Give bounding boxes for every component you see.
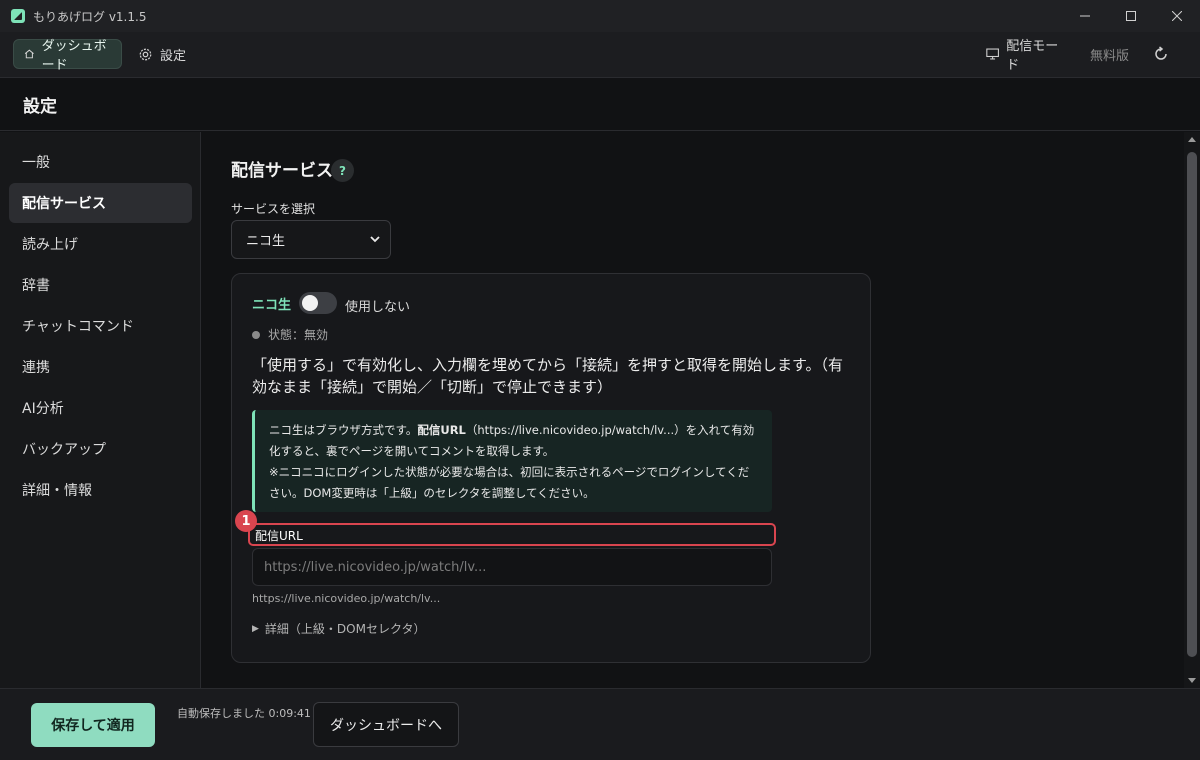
service-select-label: サービスを選択: [231, 202, 316, 216]
sidebar-item-text-to-speech[interactable]: 読み上げ: [9, 224, 192, 264]
nav-dashboard-button[interactable]: ダッシュボード: [13, 39, 122, 73]
close-icon: [1172, 11, 1182, 21]
url-hint: https://live.nicovideo.jp/watch/lv...: [252, 592, 441, 605]
go-dashboard-button[interactable]: ダッシュボードへ: [313, 702, 459, 747]
triangle-right-icon: ▶: [252, 623, 259, 634]
title-bar: もりあげログ v1.1.5: [0, 0, 1200, 32]
plan-label: 無料版: [1090, 48, 1130, 64]
scroll-down-icon[interactable]: [1188, 678, 1196, 683]
content-scrollbar[interactable]: [1184, 132, 1200, 688]
sidebar-item-label: バックアップ: [22, 442, 106, 458]
service-name: ニコ生: [252, 298, 292, 313]
plan-badge: 無料版: [1080, 39, 1140, 69]
chevron-down-icon: [370, 236, 380, 243]
url-label-highlight: 1 配信URL: [235, 510, 776, 546]
sidebar-item-label: 一般: [22, 155, 50, 171]
service-select-value: ニコ生: [246, 234, 286, 249]
home-icon: [24, 49, 34, 59]
nav-dashboard-label: ダッシュボード: [41, 39, 107, 73]
sidebar-item-label: 読み上げ: [22, 237, 78, 253]
sidebar-item-backup[interactable]: バックアップ: [9, 429, 192, 469]
service-description: 「使用する」で有効化し、入力欄を埋めてから「接続」を押すと取得を開始します。（有…: [252, 356, 844, 396]
sidebar-item-label: 配信サービス: [22, 196, 106, 212]
nav-settings-label: 設定: [160, 48, 187, 64]
info-line-1: ニコ生はブラウザ方式です。配信URL（https://live.nicovide…: [269, 420, 760, 462]
sidebar-item-ai-analysis[interactable]: AI分析: [9, 388, 192, 428]
step-badge: 1: [235, 510, 257, 532]
help-button[interactable]: ?: [331, 159, 354, 182]
sidebar: 一般 配信サービス 読み上げ 辞書 チャットコマンド 連携 AI分析 バックアッ…: [0, 132, 201, 688]
info-callout: ニコ生はブラウザ方式です。配信URL（https://live.nicovide…: [252, 410, 772, 512]
refresh-button[interactable]: [1146, 39, 1176, 69]
page-title: 設定: [23, 97, 57, 117]
advanced-details-label: 詳細（上級・DOMセレクタ）: [264, 622, 426, 636]
scroll-thumb[interactable]: [1187, 152, 1197, 657]
sidebar-item-label: 詳細・情報: [22, 483, 92, 499]
minimize-button[interactable]: [1062, 0, 1108, 32]
sidebar-item-integration[interactable]: 連携: [9, 347, 192, 387]
refresh-icon: [1155, 46, 1167, 60]
main-content: 配信サービス ? サービスを選択 ニコ生 ニコ生 使用しない 状態：無効 「使用…: [202, 132, 1184, 688]
app-logo-icon: [11, 9, 25, 23]
gear-icon: [139, 48, 152, 60]
sidebar-item-label: チャットコマンド: [22, 319, 134, 335]
sidebar-item-chat-commands[interactable]: チャットコマンド: [9, 306, 192, 346]
sidebar-item-streaming-service[interactable]: 配信サービス: [9, 183, 192, 223]
service-select[interactable]: ニコ生: [231, 220, 391, 259]
stream-url-input[interactable]: [252, 548, 772, 586]
maximize-icon: [1126, 11, 1136, 21]
sidebar-item-label: AI分析: [22, 401, 64, 417]
toggle-knob: [302, 295, 318, 311]
sidebar-item-details-info[interactable]: 詳細・情報: [9, 470, 192, 510]
info-bold-text: 配信URL: [417, 423, 466, 437]
monitor-icon: [986, 48, 999, 60]
url-field-label: 配信URL: [255, 529, 303, 543]
sidebar-item-label: 辞書: [22, 278, 50, 294]
autosave-status: 自動保存しました 0:09:41: [177, 707, 311, 720]
advanced-details-toggle[interactable]: ▶ 詳細（上級・DOMセレクタ）: [252, 620, 425, 637]
minimize-icon: [1080, 15, 1090, 17]
sidebar-item-general[interactable]: 一般: [9, 142, 192, 182]
page-header: 設定: [0, 79, 1200, 131]
status-indicator: 状態：無効: [252, 326, 328, 343]
footer-bar: 保存して適用 自動保存しました 0:09:41 ダッシュボードへ: [0, 688, 1200, 760]
use-toggle[interactable]: [299, 292, 337, 314]
sidebar-item-dictionary[interactable]: 辞書: [9, 265, 192, 305]
maximize-button[interactable]: [1108, 0, 1154, 32]
service-card: ニコ生 使用しない 状態：無効 「使用する」で有効化し、入力欄を埋めてから「接続…: [231, 273, 871, 663]
save-apply-button[interactable]: 保存して適用: [31, 703, 155, 747]
close-button[interactable]: [1154, 0, 1200, 32]
window-controls: [1062, 0, 1200, 32]
section-title: 配信サービス: [231, 161, 333, 181]
status-dot-icon: [252, 330, 260, 339]
info-line-2: ※ニコニコにログインした状態が必要な場合は、初回に表示されるページでログインして…: [269, 465, 750, 500]
sidebar-item-label: 連携: [22, 360, 50, 376]
top-nav: ダッシュボード 設定 配信モード 無料版: [0, 32, 1200, 78]
stream-mode-label: 配信モード: [1006, 39, 1059, 73]
toggle-label: 使用しない: [345, 300, 411, 315]
window-title: もりあげログ v1.1.5: [33, 9, 147, 24]
nav-settings-button[interactable]: 設定: [128, 39, 198, 69]
scroll-up-icon[interactable]: [1188, 137, 1196, 142]
info-text: ニコ生はブラウザ方式です。: [269, 423, 418, 437]
stream-mode-button[interactable]: 配信モード: [976, 39, 1070, 73]
status-text: 状態：無効: [268, 328, 329, 342]
